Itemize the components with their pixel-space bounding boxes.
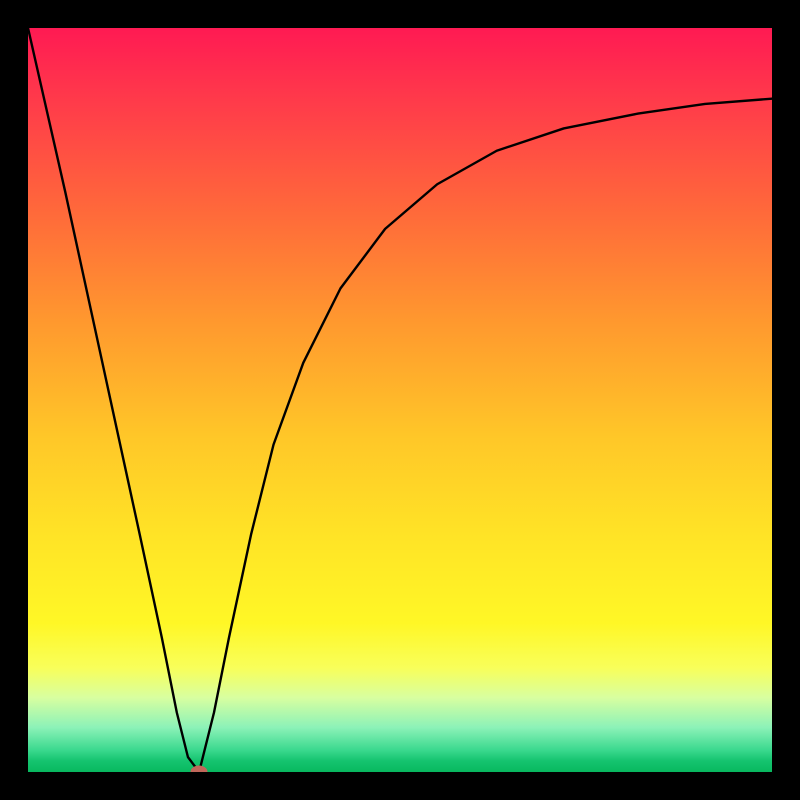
curve-right-segment (199, 99, 772, 772)
chart-stage: TheBottleneck.com (0, 0, 800, 800)
minimum-marker (191, 766, 208, 773)
curve-layer (28, 28, 772, 772)
watermark-label: TheBottleneck.com (598, 4, 790, 30)
curve-left-segment (28, 28, 199, 772)
plot-area (28, 28, 772, 772)
